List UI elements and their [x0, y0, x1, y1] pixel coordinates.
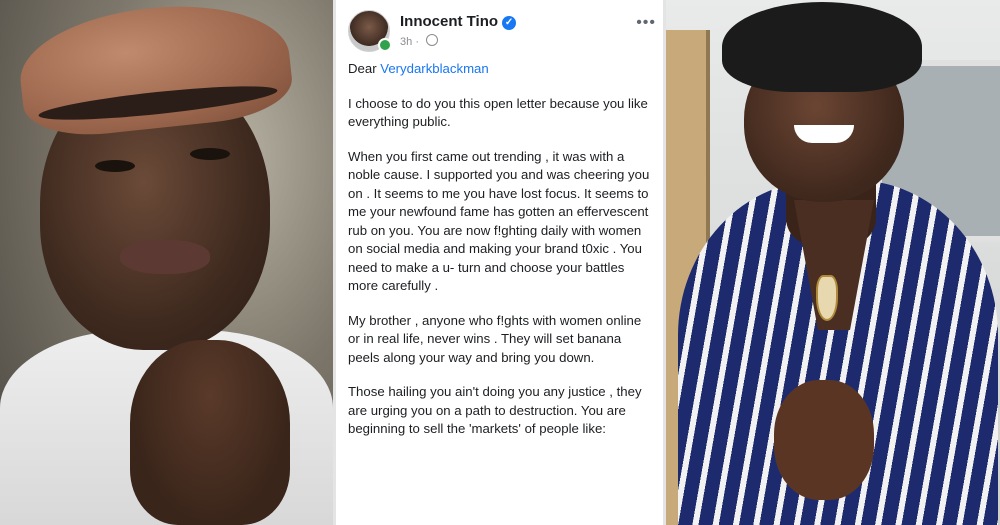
verified-badge-icon: ✓: [502, 16, 517, 30]
left-photo: [0, 0, 333, 525]
greeting-prefix: Dear: [348, 61, 381, 76]
mention-link[interactable]: Verydarkblackman: [380, 61, 488, 76]
online-status-dot: [378, 38, 392, 52]
left-eye: [95, 160, 135, 172]
post-body: Dear Verydarkblackman I choose to do you…: [348, 60, 656, 455]
author-name-row: Innocent Tino ✓: [400, 13, 517, 30]
tooth-pendant: [816, 275, 838, 321]
clasped-hands: [774, 380, 874, 500]
post-time[interactable]: 3h: [400, 36, 412, 48]
right-photo: [666, 0, 1000, 525]
greeting: Dear Verydarkblackman: [348, 60, 656, 79]
facebook-post: Innocent Tino ✓ 3h · ••• Dear Verydarkbla…: [333, 0, 666, 525]
paragraph: When you first came out trending , it wa…: [348, 148, 650, 294]
smile: [794, 125, 854, 143]
black-beret: [722, 2, 922, 92]
post-header: Innocent Tino ✓ 3h · •••: [344, 6, 662, 52]
paragraph: Those hailing you ain't doing you any ju…: [348, 384, 642, 436]
globe-icon: [426, 34, 439, 46]
lips: [120, 240, 210, 274]
more-dots-icon[interactable]: •••: [636, 14, 656, 32]
author-name[interactable]: Innocent Tino: [400, 13, 498, 30]
paragraph: My brother , anyone who f!ghts with wome…: [348, 312, 642, 365]
right-eye: [190, 148, 230, 160]
hand-on-chin: [130, 340, 290, 525]
paragraph: I choose to do you this open letter beca…: [348, 95, 648, 130]
post-meta: 3h ·: [400, 34, 439, 48]
dot-separator: ·: [415, 36, 419, 48]
